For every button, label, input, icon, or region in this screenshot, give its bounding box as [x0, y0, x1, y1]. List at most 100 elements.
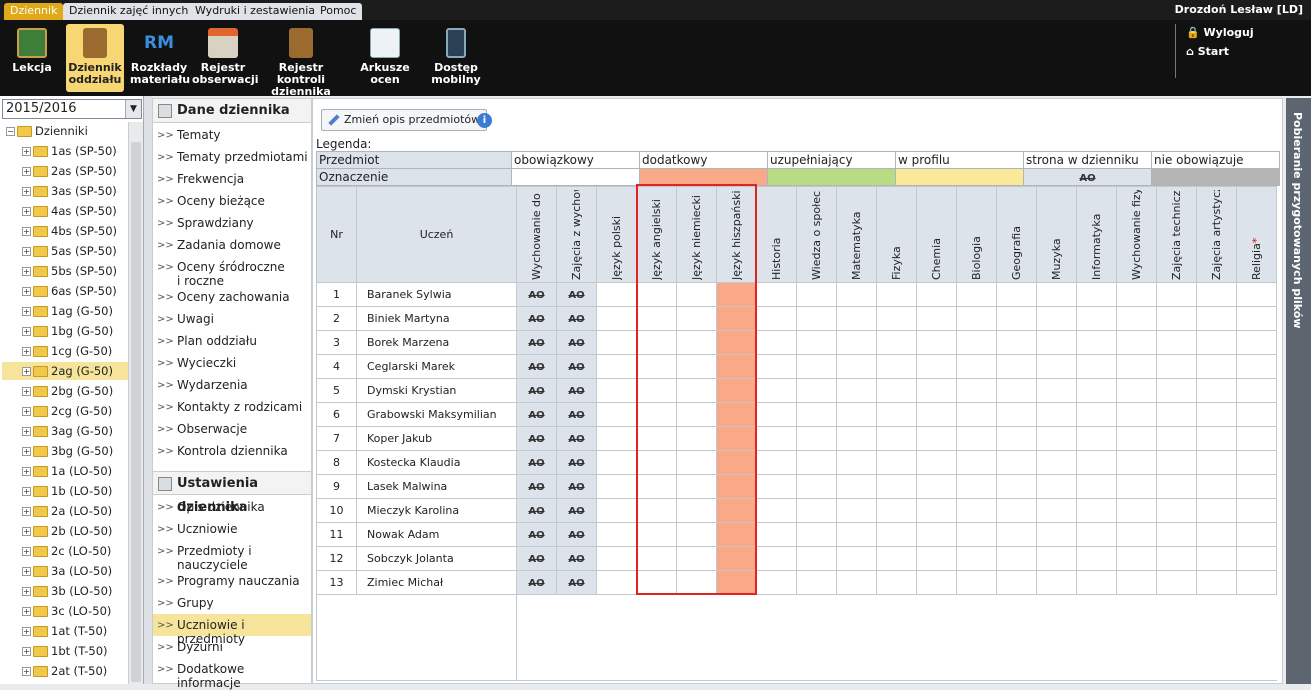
subject-cell[interactable]: AO	[556, 546, 597, 571]
subject-cell[interactable]	[596, 450, 637, 475]
subject-cell[interactable]	[996, 522, 1037, 547]
subject-cell[interactable]	[1236, 570, 1277, 595]
subject-cell[interactable]	[836, 306, 877, 331]
menu-item[interactable]: >> Kontakty z rodzicami	[153, 396, 311, 418]
subject-cell[interactable]	[1156, 522, 1197, 547]
subject-cell[interactable]	[796, 354, 837, 379]
subject-cell[interactable]	[596, 426, 637, 451]
subject-cell[interactable]	[596, 378, 637, 403]
subject-cell[interactable]	[1196, 570, 1237, 595]
subject-cell[interactable]	[1076, 306, 1117, 331]
subject-cell[interactable]	[1036, 426, 1077, 451]
zmien-opis-button[interactable]: Zmień opis przedmiotów	[321, 109, 488, 131]
expand-icon[interactable]: +	[22, 347, 31, 356]
subject-cell[interactable]	[876, 474, 917, 499]
subject-cell[interactable]	[1156, 378, 1197, 403]
subject-cell[interactable]: AO	[516, 450, 557, 475]
subject-cell[interactable]	[956, 474, 997, 499]
arkusze-ocen-button[interactable]: Arkusze ocen	[356, 24, 414, 92]
tab-pomoc[interactable]: Pomoc	[314, 3, 363, 20]
tree-class-node[interactable]: +1as (SP-50)	[22, 142, 117, 160]
menu-item[interactable]: >> Przedmioty i nauczyciele	[153, 540, 311, 572]
expand-icon[interactable]: +	[22, 487, 31, 496]
student-row[interactable]: 8 Kostecka Klaudia AO AO	[316, 450, 1277, 475]
tree-class-node[interactable]: +3bg (G-50)	[22, 442, 113, 460]
subject-cell[interactable]	[1156, 402, 1197, 427]
menu-item[interactable]: >> Dyżurni	[153, 636, 311, 658]
menu-item[interactable]: >> Uczniowie	[153, 518, 311, 540]
tree-class-node[interactable]: +3as (SP-50)	[22, 182, 117, 200]
tree-class-node[interactable]: +2c (LO-50)	[22, 542, 111, 560]
subject-cell[interactable]	[1156, 474, 1197, 499]
subject-cell[interactable]	[1076, 570, 1117, 595]
subject-cell[interactable]	[996, 546, 1037, 571]
subject-cell[interactable]	[1076, 330, 1117, 355]
tree-class-node[interactable]: +1bt (T-50)	[22, 642, 108, 660]
subject-cell[interactable]	[596, 498, 637, 523]
subject-cell[interactable]	[1116, 378, 1157, 403]
subject-cell[interactable]	[796, 570, 837, 595]
tab-dziennik-zajec-innych[interactable]: Dziennik zajęć innych	[63, 3, 195, 20]
tree-class-node[interactable]: +2bg (G-50)	[22, 382, 113, 400]
tree-root[interactable]: − Dzienniki	[6, 122, 88, 140]
menu-item[interactable]: >> Zadania domowe	[153, 234, 311, 256]
student-row[interactable]: 11 Nowak Adam AO AO	[316, 522, 1277, 547]
lekcja-button[interactable]: Lekcja	[4, 24, 60, 92]
expand-icon[interactable]: +	[22, 447, 31, 456]
menu-item[interactable]: >> Wycieczki	[153, 352, 311, 374]
tree-class-node[interactable]: +6as (SP-50)	[22, 282, 117, 300]
subject-cell[interactable]	[916, 450, 957, 475]
subject-cell[interactable]	[1196, 498, 1237, 523]
tree-class-node[interactable]: +2cg (G-50)	[22, 402, 112, 420]
expand-icon[interactable]: +	[22, 427, 31, 436]
menu-item[interactable]: >> Obserwacje	[153, 418, 311, 440]
subject-cell[interactable]	[956, 426, 997, 451]
collapse-icon[interactable]: −	[6, 127, 15, 136]
student-row[interactable]: 13 Zimiec Michał AO AO	[316, 570, 1277, 595]
subject-cell[interactable]	[756, 450, 797, 475]
subject-cell[interactable]	[596, 402, 637, 427]
subject-cell[interactable]	[1236, 498, 1277, 523]
subject-cell[interactable]	[1156, 282, 1197, 307]
subject-cell[interactable]	[1236, 522, 1277, 547]
subject-cell[interactable]	[1156, 306, 1197, 331]
subject-cell[interactable]	[1156, 570, 1197, 595]
subject-cell[interactable]	[756, 378, 797, 403]
subject-cell[interactable]	[1036, 498, 1077, 523]
subject-cell[interactable]	[876, 498, 917, 523]
subject-cell[interactable]	[996, 378, 1037, 403]
tree-class-node[interactable]: +1cg (G-50)	[22, 342, 112, 360]
subject-cell[interactable]	[876, 282, 917, 307]
subject-cell[interactable]	[876, 546, 917, 571]
subject-cell[interactable]	[876, 570, 917, 595]
tree-class-node[interactable]: +4as (SP-50)	[22, 202, 117, 220]
subject-cell[interactable]: AO	[516, 330, 557, 355]
subject-cell[interactable]: AO	[556, 330, 597, 355]
subject-cell[interactable]	[1116, 522, 1157, 547]
subject-cell[interactable]	[796, 402, 837, 427]
subject-cell[interactable]: AO	[516, 426, 557, 451]
subject-cell[interactable]	[796, 450, 837, 475]
subject-cell[interactable]	[916, 474, 957, 499]
subject-cell[interactable]	[796, 498, 837, 523]
expand-icon[interactable]: +	[22, 327, 31, 336]
subject-cell[interactable]	[1036, 306, 1077, 331]
subject-cell[interactable]	[796, 522, 837, 547]
subject-cell[interactable]	[1076, 522, 1117, 547]
subject-cell[interactable]	[836, 522, 877, 547]
tree-class-node[interactable]: +3a (LO-50)	[22, 562, 112, 580]
subject-cell[interactable]: AO	[516, 354, 557, 379]
subject-cell[interactable]	[1236, 354, 1277, 379]
subject-cell[interactable]	[956, 522, 997, 547]
subject-cell[interactable]	[756, 546, 797, 571]
tree-class-node[interactable]: +2ag (G-50)	[2, 362, 128, 380]
subject-cell[interactable]	[596, 282, 637, 307]
menu-item[interactable]: >> Dodatkowe informacje	[153, 658, 311, 690]
subject-cell[interactable]	[1076, 282, 1117, 307]
subject-cell[interactable]	[1076, 402, 1117, 427]
tab-dziennik[interactable]: Dziennik	[4, 3, 64, 20]
subject-cell[interactable]	[1156, 546, 1197, 571]
subject-cell[interactable]	[836, 330, 877, 355]
subject-cell[interactable]	[1116, 450, 1157, 475]
subject-cell[interactable]	[1116, 402, 1157, 427]
